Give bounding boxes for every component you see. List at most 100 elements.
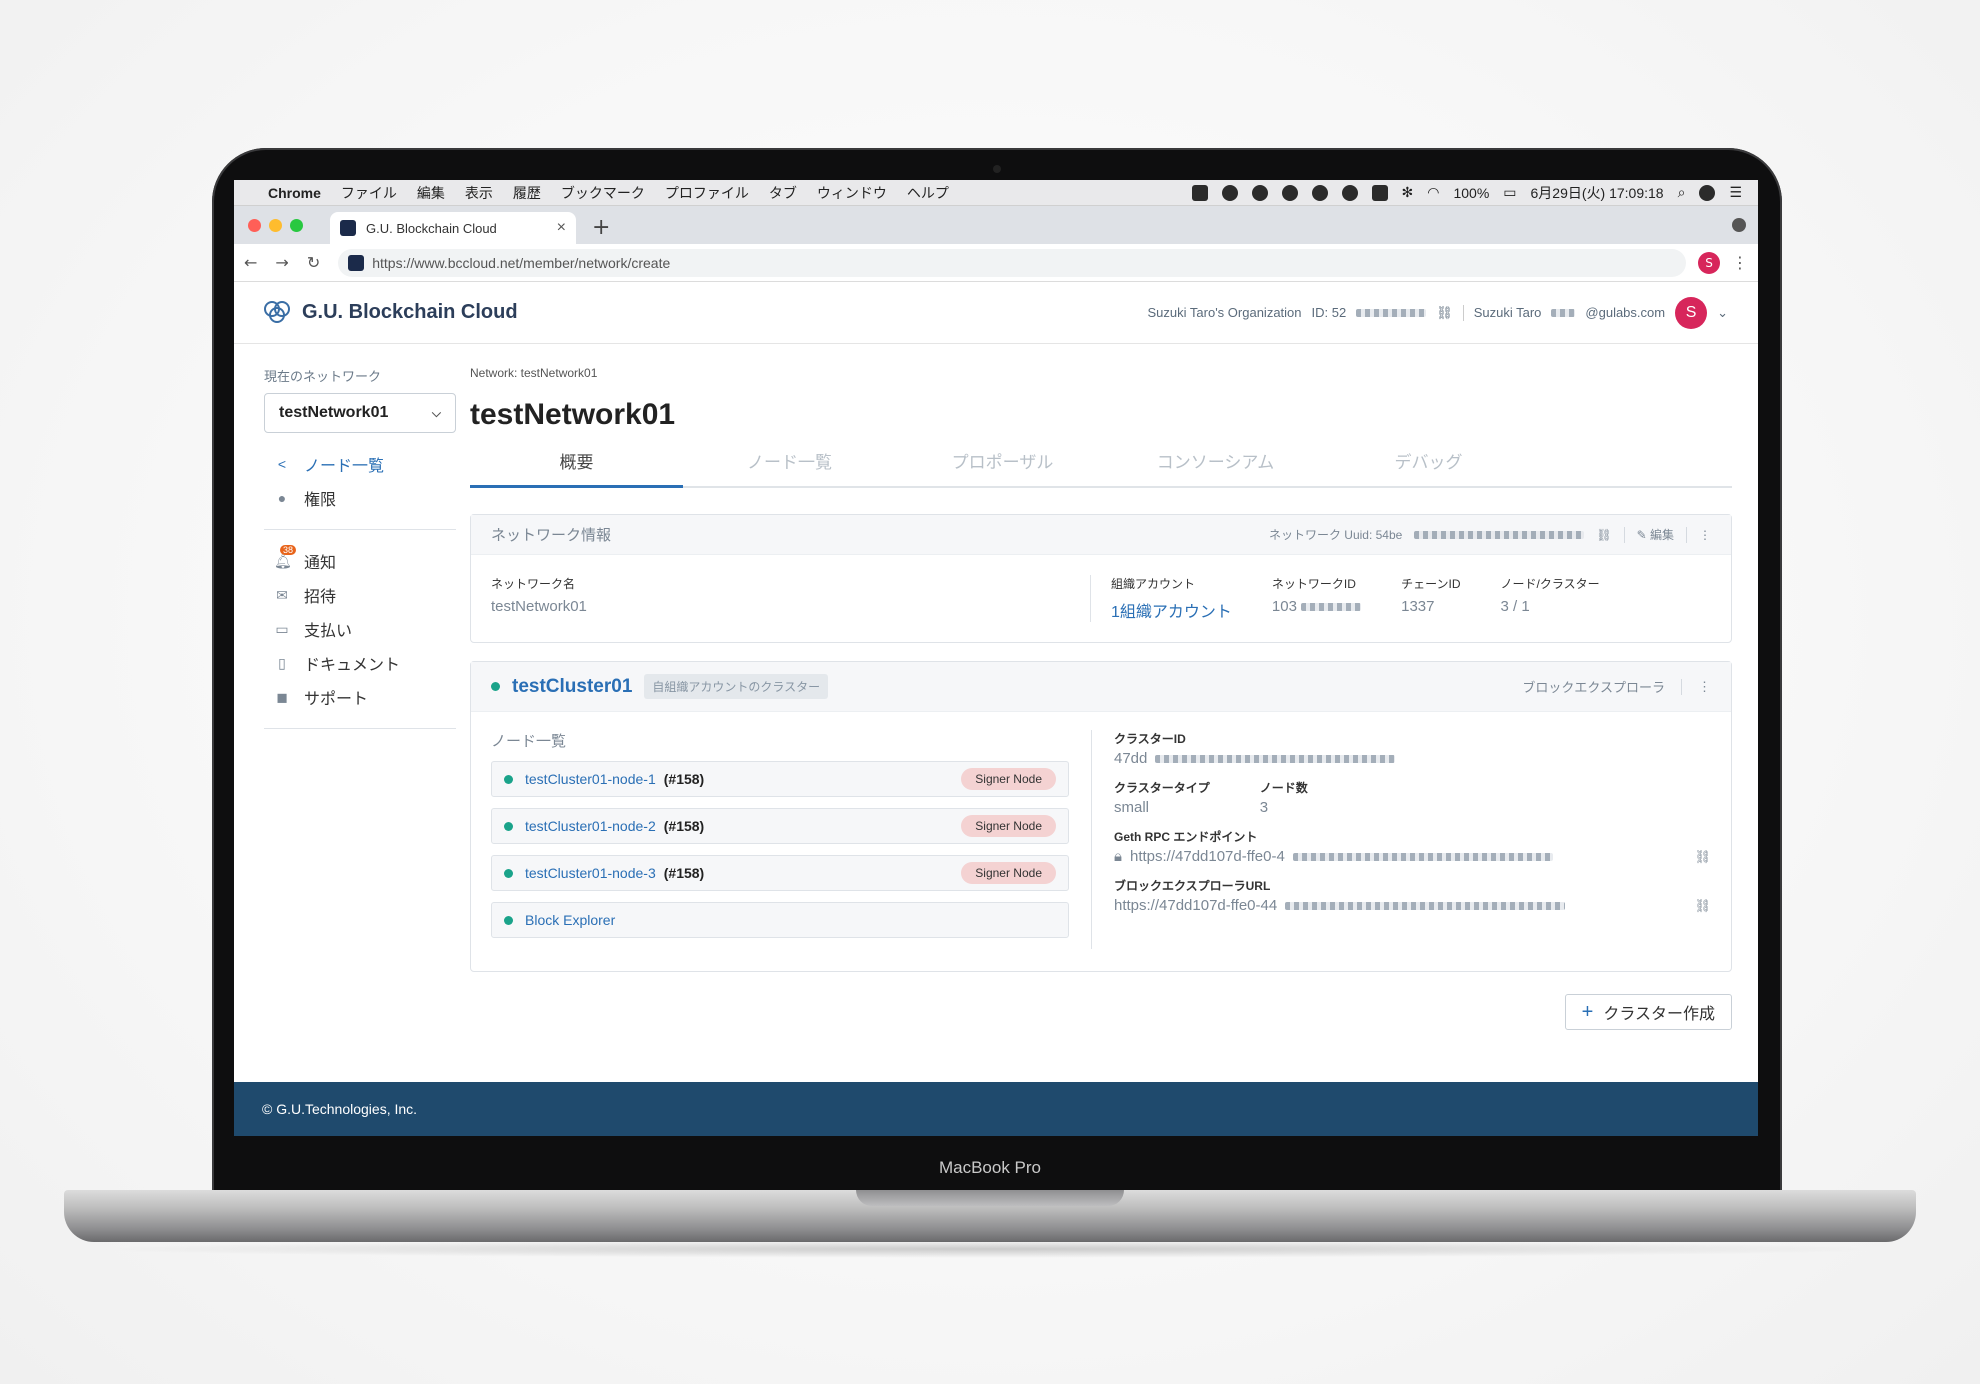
divider [1681,678,1682,695]
cluster-card: testCluster01 自組織アカウントのクラスター ブロックエクスプローラ… [470,661,1732,972]
sidebar-item-permissions[interactable]: ● 権限 [264,481,434,515]
node-number: (#158) [663,818,705,834]
sidebar-item-documents[interactable]: ▯ ドキュメント [264,646,434,680]
forward-icon[interactable]: → [275,253,288,272]
cloud-icon[interactable] [1311,184,1328,201]
node-name[interactable]: testCluster01-node-1 [525,771,656,787]
link-icon[interactable]: ⛓ [1694,898,1711,914]
menu-profiles[interactable]: プロファイル [665,183,749,203]
sidebar-item-label: ドキュメント [304,657,401,674]
app-status-icon[interactable] [1251,184,1268,201]
menu-view[interactable]: 表示 [465,183,493,203]
spotlight-icon[interactable]: ⌕ [1678,184,1686,201]
sidebar-item-notifications[interactable]: 🔔︎ 38 通知 [264,544,434,578]
sidebar-item-label: 通知 [304,555,337,572]
org-accounts-link[interactable]: 1組織アカウント [1111,598,1232,622]
browser-menu-icon[interactable]: ⋮ [1732,253,1748,272]
node-count-label: ノード数 [1259,781,1308,795]
status-dot-icon [504,868,513,878]
block-explorer-link[interactable]: ブロックエクスプローラ [1522,677,1665,696]
sidebar-item-payment[interactable]: ▭ 支払い [264,612,434,646]
close-window-button[interactable] [248,219,261,232]
network-select[interactable]: testNetwork01 ⌵ [264,393,456,433]
back-icon[interactable]: ← [244,253,257,272]
menu-file[interactable]: ファイル [341,183,397,203]
logo[interactable]: G.U. Blockchain Cloud [264,300,518,325]
more-icon[interactable]: ⋮ [1698,679,1711,695]
status-dot-icon [491,682,500,691]
menu-chrome[interactable]: Chrome [268,185,321,201]
chat-icon: ◼ [276,688,288,705]
notification-badge: 38 [280,544,297,555]
network-id-label: ネットワークID [1271,577,1356,591]
chain-id-value: 1337 [1401,598,1435,615]
more-icon[interactable]: ⋮ [1699,528,1711,542]
sidebar-item-support[interactable]: ◼ サポート [264,680,434,714]
input-source-icon[interactable] [1371,184,1388,201]
app-status-icon[interactable] [1281,184,1298,201]
profile-avatar[interactable]: S [1698,251,1720,274]
cluster-header: testCluster01 自組織アカウントのクラスター ブロックエクスプローラ… [471,662,1731,712]
tab-strip: G.U. Blockchain Cloud × + [234,206,1758,244]
create-cluster-button[interactable]: + クラスター作成 [1564,994,1732,1030]
logo-icon [264,300,292,325]
node-row[interactable]: Block Explorer [491,902,1069,938]
siri-icon[interactable] [1699,184,1716,201]
node-row[interactable]: testCluster01-node-2 (#158) Signer Node [491,808,1069,844]
wifi-icon[interactable]: ◠ [1427,184,1439,201]
network-info-header: ネットワーク情報 ネットワーク Uuid: 54be ⛓ ✎ 編集 ⋮ [471,515,1731,555]
rpc-endpoint-label: Geth RPC エンドポイント [1114,830,1258,844]
bluetooth-icon[interactable]: ✻ [1402,184,1414,201]
divider [1462,304,1464,321]
menu-edit[interactable]: 編集 [417,183,445,203]
node-row[interactable]: testCluster01-node-1 (#158) Signer Node [491,761,1069,797]
clock[interactable]: 6月29日(火) 17:09:18 [1531,183,1664,203]
node-cluster-value: 3 / 1 [1500,598,1530,615]
zoom-window-button[interactable] [290,219,303,232]
control-center-icon[interactable]: ☰ [1729,184,1742,201]
network-name-value: testNetwork01 [491,598,587,615]
node-number: (#158) [663,865,705,881]
battery-icon[interactable]: ▭ [1503,184,1516,201]
menu-history[interactable]: 履歴 [513,183,541,203]
tab-nodes[interactable]: ノード一覧 [683,448,896,486]
node-name[interactable]: testCluster01-node-3 [525,865,656,881]
org-name[interactable]: Suzuki Taro's Organization [1148,305,1302,320]
app-status-icon[interactable] [1341,184,1358,201]
reload-icon[interactable]: ↻ [307,253,320,272]
link-icon[interactable]: ⛓ [1596,528,1611,542]
node-name[interactable]: Block Explorer [525,912,615,928]
cluster-name[interactable]: testCluster01 [512,676,632,698]
logo-text: G.U. Blockchain Cloud [302,301,518,323]
tab-consortium[interactable]: コンソーシアム [1109,448,1322,486]
user-avatar[interactable]: S [1675,296,1708,329]
sidebar-item-nodes[interactable]: < ノード一覧 [264,447,434,481]
menu-help[interactable]: ヘルプ [907,183,949,203]
link-icon[interactable]: ⛓ [1436,305,1453,321]
tab-overview[interactable]: 概要 [470,448,683,488]
tab-debug[interactable]: デバッグ [1322,448,1535,486]
tab-search-icon[interactable] [1732,218,1746,232]
url-field[interactable]: https://www.bccloud.net/member/network/c… [338,248,1686,277]
sidebar-item-label: 招待 [304,589,337,606]
card-title: ネットワーク情報 [491,527,612,544]
new-tab-button[interactable]: + [592,215,610,240]
app-status-icon[interactable] [1191,184,1208,201]
sidebar-item-invite[interactable]: ✉ 招待 [264,578,434,612]
close-tab-icon[interactable]: × [557,219,566,237]
menu-tab[interactable]: タブ [769,183,797,203]
app-status-icon[interactable] [1221,184,1238,201]
minimize-window-button[interactable] [269,219,282,232]
chevron-down-icon[interactable]: ⌄ [1717,305,1728,321]
menu-bookmarks[interactable]: ブックマーク [561,183,645,203]
link-icon[interactable]: ⛓ [1694,849,1711,865]
node-name[interactable]: testCluster01-node-2 [525,818,656,834]
tab-proposals[interactable]: プロポーザル [896,448,1109,486]
user-email: @gulabs.com [1585,305,1666,320]
laptop-notch [856,1190,1124,1206]
menu-window[interactable]: ウィンドウ [817,183,887,203]
browser-tab[interactable]: G.U. Blockchain Cloud × [330,212,576,244]
laptop-shadow [80,1240,1900,1258]
node-row[interactable]: testCluster01-node-3 (#158) Signer Node [491,855,1069,891]
edit-button[interactable]: ✎ 編集 [1637,526,1674,543]
